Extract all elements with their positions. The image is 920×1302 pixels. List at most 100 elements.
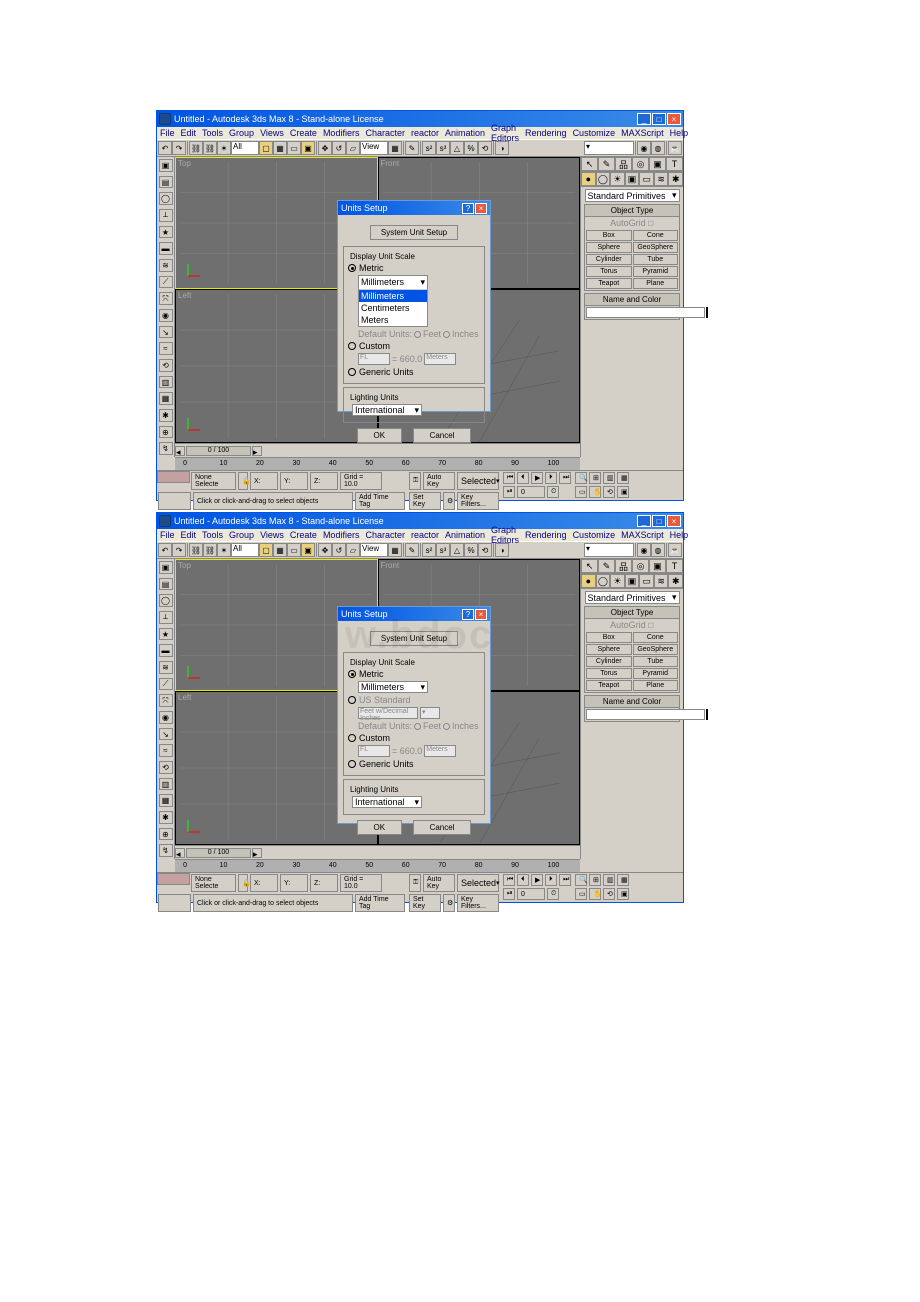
- ok-button[interactable]: OK: [357, 820, 403, 835]
- frame-input[interactable]: 0: [517, 888, 545, 900]
- deforming-mesh-icon[interactable]: ★: [159, 628, 173, 641]
- cat-lights-icon[interactable]: ☀: [610, 574, 625, 588]
- menu-edit[interactable]: Edit: [181, 530, 197, 540]
- key-filters-icon[interactable]: ⚙: [443, 492, 455, 510]
- add-time-tag[interactable]: Add Time Tag: [355, 894, 405, 912]
- object-name-input[interactable]: [586, 307, 705, 318]
- cat-geometry-icon[interactable]: ●: [581, 574, 596, 588]
- selection-filter[interactable]: All: [231, 141, 259, 155]
- x-coord[interactable]: X:: [250, 472, 278, 490]
- rotate-icon[interactable]: ↺: [332, 543, 346, 557]
- water-icon[interactable]: ▥: [159, 376, 173, 389]
- key-icon[interactable]: ⚿: [409, 472, 421, 490]
- menu-customize[interactable]: Customize: [573, 128, 616, 138]
- cat-systems-icon[interactable]: ✱: [668, 172, 683, 186]
- menu-bar[interactable]: File Edit Tools Group Views Create Modif…: [157, 529, 683, 542]
- move-icon[interactable]: ✥: [318, 141, 332, 155]
- tab-display-icon[interactable]: ▣: [649, 157, 666, 171]
- select-icon[interactable]: ▢: [259, 543, 273, 557]
- snap3d-icon[interactable]: s³: [436, 543, 450, 557]
- spinnersnap-icon[interactable]: ⟲: [478, 141, 492, 155]
- fov-icon[interactable]: ▭: [575, 888, 587, 900]
- menu-maxscript[interactable]: MAXScript: [621, 128, 664, 138]
- menu-file[interactable]: File: [160, 530, 175, 540]
- trackbar[interactable]: 0102030405060708090100: [175, 859, 580, 872]
- menu-create[interactable]: Create: [290, 128, 317, 138]
- x-coord[interactable]: X:: [250, 874, 278, 892]
- prim-teapot-button[interactable]: Teapot: [586, 680, 632, 691]
- prim-cylinder-button[interactable]: Cylinder: [586, 254, 632, 265]
- key-mode-dropdown[interactable]: Selected ▾: [457, 472, 499, 490]
- metric-unit-dropdown[interactable]: Millimeters▾: [358, 681, 428, 693]
- dropdown-option[interactable]: Centimeters: [359, 302, 427, 314]
- fracture-icon[interactable]: ⟲: [159, 359, 173, 372]
- dialog-title-bar[interactable]: Units Setup ? ×: [338, 201, 490, 215]
- render-scene-icon[interactable]: ◍: [651, 543, 665, 557]
- cat-cameras-icon[interactable]: ▣: [625, 172, 640, 186]
- rigid-body-icon[interactable]: ▣: [159, 159, 173, 172]
- named-selset-dropdown[interactable]: ▾: [584, 141, 634, 155]
- window-crossing-icon[interactable]: ▣: [301, 141, 315, 155]
- rotate-icon[interactable]: ↺: [332, 141, 346, 155]
- auto-key-button[interactable]: Auto Key: [423, 472, 455, 490]
- anglesnap-icon[interactable]: △: [450, 543, 464, 557]
- spring-icon[interactable]: ≋: [159, 259, 173, 272]
- tab-utilities-icon[interactable]: T: [666, 157, 683, 171]
- cat-shapes-icon[interactable]: ◯: [596, 574, 611, 588]
- maximize-button[interactable]: □: [652, 515, 666, 527]
- lspring-icon[interactable]: ⟋: [159, 276, 173, 289]
- next-frame-icon[interactable]: ⏵: [545, 472, 557, 484]
- help-button[interactable]: ?: [462, 203, 474, 214]
- cloth-icon[interactable]: ▤: [159, 578, 173, 591]
- title-bar[interactable]: Untitled - Autodesk 3ds Max 8 - Stand-al…: [157, 513, 683, 529]
- key-mode-dropdown[interactable]: Selected ▾: [457, 874, 499, 892]
- y-coord[interactable]: Y:: [280, 472, 308, 490]
- deforming-mesh-icon[interactable]: ★: [159, 226, 173, 239]
- color-swatch[interactable]: [706, 307, 708, 318]
- cat-spacewarps-icon[interactable]: ≋: [654, 172, 669, 186]
- lspring-icon[interactable]: ⟋: [159, 678, 173, 691]
- cancel-button[interactable]: Cancel: [413, 428, 472, 443]
- title-bar[interactable]: Untitled - Autodesk 3ds Max 8 - Stand-al…: [157, 111, 683, 127]
- preview-icon[interactable]: ◉: [159, 711, 173, 724]
- key-filters-button[interactable]: Key Filters...: [457, 492, 499, 510]
- bind-icon[interactable]: ✶: [217, 141, 231, 155]
- prim-box-button[interactable]: Box: [586, 632, 632, 643]
- key-icon[interactable]: ⚿: [409, 874, 421, 892]
- system-unit-setup-button[interactable]: System Unit Setup: [370, 225, 458, 240]
- key-mode-toggle-icon[interactable]: ⏯: [503, 486, 515, 498]
- z-coord[interactable]: Z:: [310, 472, 338, 490]
- goto-end-icon[interactable]: ⏭: [559, 874, 571, 886]
- play-icon[interactable]: ▶: [531, 472, 543, 484]
- prim-pyramid-button[interactable]: Pyramid: [633, 668, 679, 679]
- rope-icon[interactable]: ⟂: [159, 209, 173, 222]
- auto-key-button[interactable]: Auto Key: [423, 874, 455, 892]
- time-slider[interactable]: 0 / 100: [186, 446, 251, 456]
- custom-base-dropdown[interactable]: Meters: [424, 353, 456, 365]
- material-editor-icon[interactable]: ◉: [637, 543, 651, 557]
- category-dropdown[interactable]: Standard Primitives▾: [585, 591, 680, 604]
- prim-plane-button[interactable]: Plane: [633, 278, 679, 289]
- scroll-right-icon[interactable]: ▸: [252, 848, 262, 858]
- unlink-icon[interactable]: ⛓: [203, 543, 217, 557]
- us-standard-radio[interactable]: US Standard: [348, 695, 480, 705]
- render-scene-icon[interactable]: ◍: [651, 141, 665, 155]
- scroll-right-icon[interactable]: ▸: [252, 446, 262, 456]
- tab-motion-icon[interactable]: ◎: [632, 157, 649, 171]
- rigid-body-icon[interactable]: ▣: [159, 561, 173, 574]
- center-icon[interactable]: ▦: [388, 141, 402, 155]
- named-selset-dropdown[interactable]: ▾: [584, 543, 634, 557]
- menu-maxscript[interactable]: MAXScript: [621, 530, 664, 540]
- cat-shapes-icon[interactable]: ◯: [596, 172, 611, 186]
- tab-display-icon[interactable]: ▣: [649, 559, 666, 573]
- redo-icon[interactable]: ↷: [172, 141, 186, 155]
- bind-icon[interactable]: ✶: [217, 543, 231, 557]
- zoom-extents-all-icon[interactable]: ▦: [617, 472, 629, 484]
- menu-modifiers[interactable]: Modifiers: [323, 128, 360, 138]
- custom-unit-input[interactable]: FL: [358, 745, 390, 757]
- menu-customize[interactable]: Customize: [573, 530, 616, 540]
- lighting-unit-dropdown[interactable]: International▾: [352, 404, 422, 416]
- maxscript-mini-icon[interactable]: [157, 471, 190, 483]
- quick-render-icon[interactable]: ☕: [668, 141, 682, 155]
- redo-icon[interactable]: ↷: [172, 543, 186, 557]
